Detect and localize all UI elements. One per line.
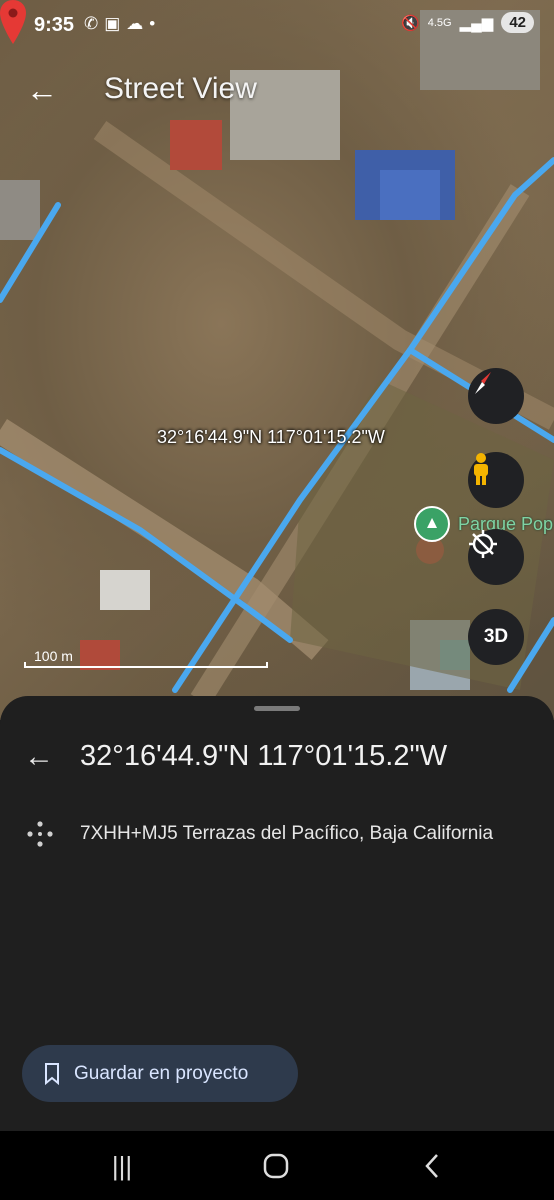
my-location-button[interactable]	[468, 529, 524, 585]
recent-apps-icon[interactable]: |||	[102, 1149, 142, 1183]
page-title: Street View	[104, 72, 257, 105]
plus-code-icon	[27, 821, 53, 847]
three-d-button[interactable]: 3D	[468, 609, 524, 665]
status-bar: 9:35 ✆▣☁• 🔇 4.5G ▂▄▆ 42	[0, 0, 554, 52]
home-shape	[263, 1153, 289, 1179]
pegman-icon	[474, 453, 488, 485]
compass-button[interactable]	[468, 368, 524, 424]
back-arrow-icon[interactable]: ←	[22, 70, 62, 110]
notification-icons: ✆▣☁•	[84, 14, 162, 33]
status-time: 9:35	[34, 14, 75, 36]
system-back-icon[interactable]	[412, 1149, 452, 1183]
compass-icon	[475, 372, 491, 394]
status-right: 🔇 4.5G ▂▄▆ 42	[401, 12, 534, 33]
map-scale: 100 m	[24, 648, 268, 668]
save-button-label: Guardar en proyecto	[74, 1062, 249, 1084]
bookmark-icon	[45, 1062, 59, 1085]
plus-code-address[interactable]: 7XHH+MJ5 Terrazas del Pacífico, Baja Cal…	[80, 823, 493, 845]
chevron-left-shape	[425, 1154, 438, 1178]
location-off-icon	[469, 530, 497, 558]
sheet-title: 32°16'44.9"N 117°01'15.2"W	[80, 740, 448, 772]
scale-bar	[24, 662, 268, 668]
save-to-project-button[interactable]: Guardar en proyecto	[22, 1045, 298, 1102]
top-bar: ← Street View	[0, 60, 554, 120]
home-icon[interactable]	[256, 1149, 296, 1183]
bottom-sheet: ← 32°16'44.9"N 117°01'15.2"W 7XHH+MJ5 Te…	[0, 696, 554, 1131]
map-pin-icon[interactable]	[0, 0, 26, 44]
network-type: 4.5G	[427, 16, 452, 29]
satellite-map[interactable]: 9:35 ✆▣☁• 🔇 4.5G ▂▄▆ 42 ← Street View 32…	[0, 0, 554, 720]
signal-icon: ▂▄▆	[459, 14, 494, 32]
pegman-button[interactable]	[468, 452, 524, 508]
battery-indicator: 42	[501, 12, 534, 33]
mute-icon: 🔇	[401, 14, 420, 32]
sheet-back-arrow-icon[interactable]: ←	[24, 740, 58, 774]
map-coordinate-label: 32°16'44.9"N 117°01'15.2"W	[157, 427, 385, 447]
drag-handle[interactable]	[254, 706, 300, 711]
park-tree-icon[interactable]: ▲	[414, 506, 450, 542]
system-navigation-bar: |||	[0, 1131, 554, 1200]
